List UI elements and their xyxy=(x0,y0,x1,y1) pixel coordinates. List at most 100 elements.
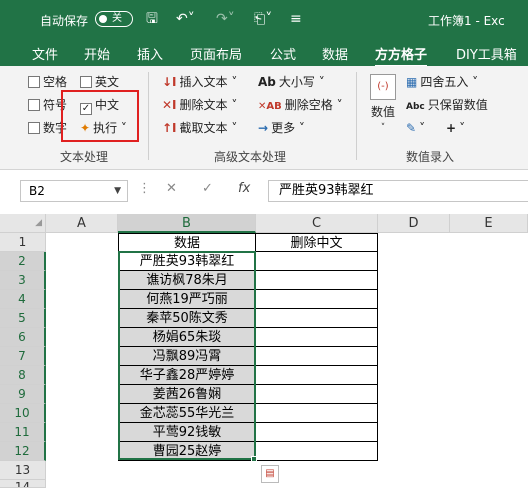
toggle-knob xyxy=(99,15,107,23)
empty-cell[interactable] xyxy=(256,385,378,404)
undo-icon[interactable]: ↶˅ xyxy=(176,10,195,28)
cell-c1-header[interactable]: 删除中文 xyxy=(256,233,378,252)
tab-fangfanggezi[interactable]: 方方格子 xyxy=(375,44,428,68)
title-bar: 自动保存 关 🖫 ↶˅ ↷˅ ⎗˅ ≡ 工作簿1 - Exc xyxy=(0,0,528,38)
empty-cell[interactable] xyxy=(256,423,378,442)
insert-function-icon[interactable]: fx xyxy=(238,181,250,196)
data-cell[interactable]: 何燕19严巧丽 xyxy=(118,290,256,309)
row-header[interactable]: 1 xyxy=(0,233,46,252)
data-cell[interactable]: 杨娟65朱琰 xyxy=(118,328,256,347)
empty-cell[interactable] xyxy=(256,252,378,271)
more-button[interactable]: → 更多 ˅ xyxy=(258,120,305,136)
delete-space-button[interactable]: ✕AB 删除空格 ˅ xyxy=(258,97,343,115)
data-cell[interactable]: 平莺92钱敏 xyxy=(118,423,256,442)
excel-window: 自动保存 关 🖫 ↶˅ ↷˅ ⎗˅ ≡ 工作簿1 - Exc 文件 开始 插入 … xyxy=(0,0,528,488)
delete-space-label: 删除空格 xyxy=(284,98,333,112)
keep-value-button[interactable]: Abc 只保留数值 xyxy=(406,97,488,115)
tab-page-layout[interactable]: 页面布局 xyxy=(190,44,242,63)
column-header-b[interactable]: B xyxy=(118,214,256,233)
empty-cell[interactable] xyxy=(256,347,378,366)
fill-handle[interactable] xyxy=(251,456,257,462)
column-header-d[interactable]: D xyxy=(378,214,450,233)
data-cell[interactable]: 谯访枫78朱月 xyxy=(118,271,256,290)
data-cell[interactable]: 秦苹50陈文秀 xyxy=(118,309,256,328)
tab-diy-toolbox[interactable]: DIY工具箱 xyxy=(456,44,517,63)
row-header[interactable]: 8 xyxy=(0,366,46,385)
chevron-down-icon: ˅ xyxy=(227,75,238,89)
tab-formulas[interactable]: 公式 xyxy=(270,44,296,63)
number-icon: (-) xyxy=(370,74,396,100)
ribbon-tabs: 文件 开始 插入 页面布局 公式 数据 方方格子 DIY工具箱 xyxy=(0,38,528,68)
tab-data[interactable]: 数据 xyxy=(322,44,348,63)
row-header[interactable]: 9 xyxy=(0,385,46,404)
chevron-down-icon: ˅ xyxy=(459,121,466,135)
tab-file[interactable]: 文件 xyxy=(32,44,58,63)
empty-cell[interactable] xyxy=(256,404,378,423)
chevron-down-icon: ˅ xyxy=(380,123,386,133)
column-header-c[interactable]: C xyxy=(256,214,378,233)
tab-home[interactable]: 开始 xyxy=(84,44,110,63)
round-button[interactable]: ▦ 四舍五入 ˅ xyxy=(406,74,478,90)
select-all-corner[interactable]: ◢ xyxy=(0,214,46,233)
row-header[interactable]: 5 xyxy=(0,309,46,328)
delete-text-button[interactable]: ✕I 删除文本 ˅ xyxy=(162,97,237,113)
autosave-label: 自动保存 xyxy=(40,14,89,28)
empty-cell[interactable] xyxy=(256,290,378,309)
number-button[interactable]: (-) 数值 ˅ xyxy=(368,74,398,144)
quick-analysis-icon[interactable]: ▤ xyxy=(261,465,279,483)
row-header[interactable]: 11 xyxy=(0,423,46,442)
empty-cell[interactable] xyxy=(256,271,378,290)
row-header[interactable]: 7 xyxy=(0,347,46,366)
row-header[interactable]: 2 xyxy=(0,252,46,271)
extract-text-label: 截取文本 xyxy=(179,121,228,135)
quick-format-icon[interactable]: ⎗˅ xyxy=(254,10,272,28)
data-cell[interactable]: 华子鑫28严婷婷 xyxy=(118,366,256,385)
case-icon: Ab xyxy=(258,75,276,89)
edit-value-button[interactable]: ✎ ˅ xyxy=(406,120,425,136)
empty-cell[interactable] xyxy=(256,366,378,385)
empty-cell[interactable] xyxy=(256,309,378,328)
chevron-down-icon: ˅ xyxy=(227,121,238,135)
row-header[interactable]: 14 xyxy=(0,480,46,488)
insert-text-button[interactable]: ↓I 插入文本 ˅ xyxy=(162,74,237,90)
highlight-box xyxy=(61,90,139,142)
data-cell[interactable]: 严胜英93韩翠红 xyxy=(118,252,256,271)
name-box[interactable]: B2 ▼ xyxy=(20,180,128,202)
formula-input[interactable]: 严胜英93韩翠红 xyxy=(268,180,528,202)
checkbox-symbol-box xyxy=(28,99,40,111)
customize-toolbar-icon[interactable]: ≡ xyxy=(290,10,302,28)
save-icon[interactable]: 🖫 xyxy=(146,10,158,28)
chevron-down-icon: ˅ xyxy=(227,98,238,112)
extract-text-button[interactable]: ↑I 截取文本 ˅ xyxy=(162,120,237,136)
case-button[interactable]: Ab 大小写 ˅ xyxy=(258,74,325,90)
checkbox-space[interactable]: 空格 xyxy=(28,74,67,90)
checkbox-english[interactable]: 英文 xyxy=(80,74,119,90)
autosave-toggle[interactable]: 关 xyxy=(95,11,133,27)
data-cell[interactable]: 曹园25赵婷 xyxy=(118,442,256,461)
add-button[interactable]: + ˅ xyxy=(446,120,465,136)
row-header[interactable]: 3 xyxy=(0,271,46,290)
row-header[interactable]: 6 xyxy=(0,328,46,347)
row-header[interactable]: 10 xyxy=(0,404,46,423)
empty-cell[interactable] xyxy=(256,328,378,347)
more-label: 更多 xyxy=(271,121,296,135)
redo-icon[interactable]: ↷˅ xyxy=(216,10,235,28)
round-label: 四舍五入 xyxy=(420,75,469,89)
cell-b1-header[interactable]: 数据 xyxy=(118,233,256,252)
insert-text-icon: ↓I xyxy=(162,75,177,89)
data-cell[interactable]: 姜茜26鲁娴 xyxy=(118,385,256,404)
data-cell[interactable]: 金芯蕊55华光兰 xyxy=(118,404,256,423)
column-header-a[interactable]: A xyxy=(46,214,118,233)
tab-insert[interactable]: 插入 xyxy=(137,44,163,63)
group-label-number: 数值录入 xyxy=(406,150,455,164)
column-header-e[interactable]: E xyxy=(450,214,528,233)
row-header[interactable]: 13 xyxy=(0,461,46,480)
delete-text-label: 删除文本 xyxy=(179,98,228,112)
cancel-icon[interactable]: ✕ xyxy=(166,181,177,196)
empty-cell[interactable] xyxy=(256,442,378,461)
confirm-icon[interactable]: ✓ xyxy=(202,181,213,196)
row-header[interactable]: 12 xyxy=(0,442,46,461)
data-cell[interactable]: 冯飘89冯霄 xyxy=(118,347,256,366)
row-header[interactable]: 4 xyxy=(0,290,46,309)
group-label-advanced: 高级文本处理 xyxy=(214,150,287,164)
